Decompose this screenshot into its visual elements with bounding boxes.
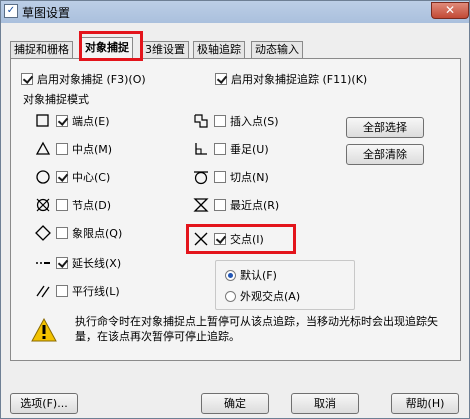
enable-tracking-row[interactable]: 启用对象捕捉追踪 (F11)(K) bbox=[215, 71, 367, 87]
radio-default[interactable]: 默认(F) bbox=[225, 267, 277, 283]
square-endpoint-icon bbox=[35, 113, 51, 129]
title-bar[interactable]: ✓ 草图设置 ✕ bbox=[1, 1, 469, 23]
snap-mode-nearest[interactable]: 最近点(R) bbox=[193, 197, 279, 213]
midpoint-label: 中点(M) bbox=[72, 143, 113, 156]
endpoint-label: 端点(E) bbox=[72, 115, 110, 128]
snap-mode-node[interactable]: 节点(D) bbox=[35, 197, 111, 213]
options-button[interactable]: 选项(F)... bbox=[10, 393, 78, 414]
snap-mode-intersection[interactable]: 交点(I) bbox=[193, 231, 264, 247]
tab-3d-settings[interactable]: 3维设置 bbox=[141, 41, 189, 58]
tab-snap-grid[interactable]: 捕捉和栅格 bbox=[10, 41, 73, 58]
app-icon: ✓ bbox=[4, 4, 18, 18]
radio-apparent-intersection-button[interactable] bbox=[225, 290, 236, 302]
snap-mode-endpoint[interactable]: 端点(E) bbox=[35, 113, 110, 129]
midpoint-checkbox[interactable] bbox=[56, 143, 68, 155]
radio-default-label: 默认(F) bbox=[240, 269, 277, 282]
perpendicular-icon bbox=[193, 141, 209, 157]
snap-mode-center[interactable]: 中心(C) bbox=[35, 169, 110, 185]
snap-mode-midpoint[interactable]: 中点(M) bbox=[35, 141, 112, 157]
snap-mode-tangent[interactable]: 切点(N) bbox=[193, 169, 269, 185]
perpendicular-checkbox[interactable] bbox=[214, 143, 226, 155]
radio-default-button[interactable] bbox=[225, 269, 236, 281]
close-button[interactable]: ✕ bbox=[431, 2, 469, 19]
enable-object-snap-checkbox[interactable] bbox=[21, 73, 33, 85]
enable-object-snap-label: 启用对象捕捉 (F3)(O) bbox=[37, 73, 146, 86]
tab-object-snap[interactable]: 对象捕捉 bbox=[81, 37, 133, 59]
ok-button[interactable]: 确定 bbox=[201, 393, 269, 414]
parallel-checkbox[interactable] bbox=[56, 285, 68, 297]
enable-tracking-checkbox[interactable] bbox=[215, 73, 227, 85]
intersection-icon bbox=[193, 231, 209, 247]
snap-mode-perpendicular[interactable]: 垂足(U) bbox=[193, 141, 269, 157]
center-checkbox[interactable] bbox=[56, 171, 68, 183]
insert-label: 插入点(S) bbox=[230, 115, 279, 128]
insert-icon bbox=[193, 113, 209, 129]
tangent-checkbox[interactable] bbox=[214, 171, 226, 183]
node-icon bbox=[35, 197, 51, 213]
perpendicular-label: 垂足(U) bbox=[230, 143, 269, 156]
quadrant-label: 象限点(Q) bbox=[72, 227, 123, 240]
snap-mode-extension[interactable]: 延长线(X) bbox=[35, 255, 121, 271]
extension-icon bbox=[35, 255, 51, 271]
radio-apparent-intersection[interactable]: 外观交点(A) bbox=[225, 288, 300, 304]
extension-checkbox[interactable] bbox=[56, 257, 68, 269]
enable-tracking-label: 启用对象捕捉追踪 (F11)(K) bbox=[231, 73, 368, 86]
nearest-label: 最近点(R) bbox=[230, 199, 280, 212]
warning-icon bbox=[31, 317, 57, 342]
tab-dynamic-input[interactable]: 动态输入 bbox=[251, 41, 303, 58]
intersection-checkbox[interactable] bbox=[214, 233, 226, 245]
select-all-button[interactable]: 全部选择 bbox=[346, 117, 424, 138]
intersection-label: 交点(I) bbox=[230, 233, 264, 246]
quadrant-checkbox[interactable] bbox=[56, 227, 68, 239]
snap-mode-quadrant[interactable]: 象限点(Q) bbox=[35, 225, 122, 241]
tracking-notice-text: 执行命令时在对象捕捉点上暂停可从该点追踪，当移动光标时会出现追踪矢量，在该点再次… bbox=[75, 315, 438, 343]
nearest-checkbox[interactable] bbox=[214, 199, 226, 211]
drafting-settings-dialog: ✓ 草图设置 ✕ 捕捉和栅格 对象捕捉 3维设置 极轴追踪 动态输入 启用对象捕… bbox=[0, 0, 470, 419]
radio-apparent-intersection-label: 外观交点(A) bbox=[240, 290, 301, 303]
enable-object-snap-row[interactable]: 启用对象捕捉 (F3)(O) bbox=[21, 71, 146, 87]
snap-mode-insert[interactable]: 插入点(S) bbox=[193, 113, 279, 129]
tab-polar-tracking[interactable]: 极轴追踪 bbox=[193, 41, 245, 58]
extension-label: 延长线(X) bbox=[72, 257, 122, 270]
insert-checkbox[interactable] bbox=[214, 115, 226, 127]
circle-center-icon bbox=[35, 169, 51, 185]
help-button[interactable]: 帮助(H) bbox=[391, 393, 459, 414]
nearest-icon bbox=[193, 197, 209, 213]
node-checkbox[interactable] bbox=[56, 199, 68, 211]
parallel-icon bbox=[35, 283, 51, 299]
center-label: 中心(C) bbox=[72, 171, 111, 184]
snap-mode-parallel[interactable]: 平行线(L) bbox=[35, 283, 120, 299]
triangle-midpoint-icon bbox=[35, 141, 51, 157]
snap-modes-group-title: 对象捕捉模式 bbox=[23, 93, 89, 106]
clear-all-button[interactable]: 全部清除 bbox=[346, 144, 424, 165]
tangent-icon bbox=[193, 169, 209, 185]
cancel-button[interactable]: 取消 bbox=[291, 393, 359, 414]
tangent-label: 切点(N) bbox=[230, 171, 269, 184]
parallel-label: 平行线(L) bbox=[72, 285, 120, 298]
endpoint-checkbox[interactable] bbox=[56, 115, 68, 127]
window-title: 草图设置 bbox=[22, 6, 71, 20]
diamond-quadrant-icon bbox=[35, 225, 51, 241]
node-label: 节点(D) bbox=[72, 199, 112, 212]
